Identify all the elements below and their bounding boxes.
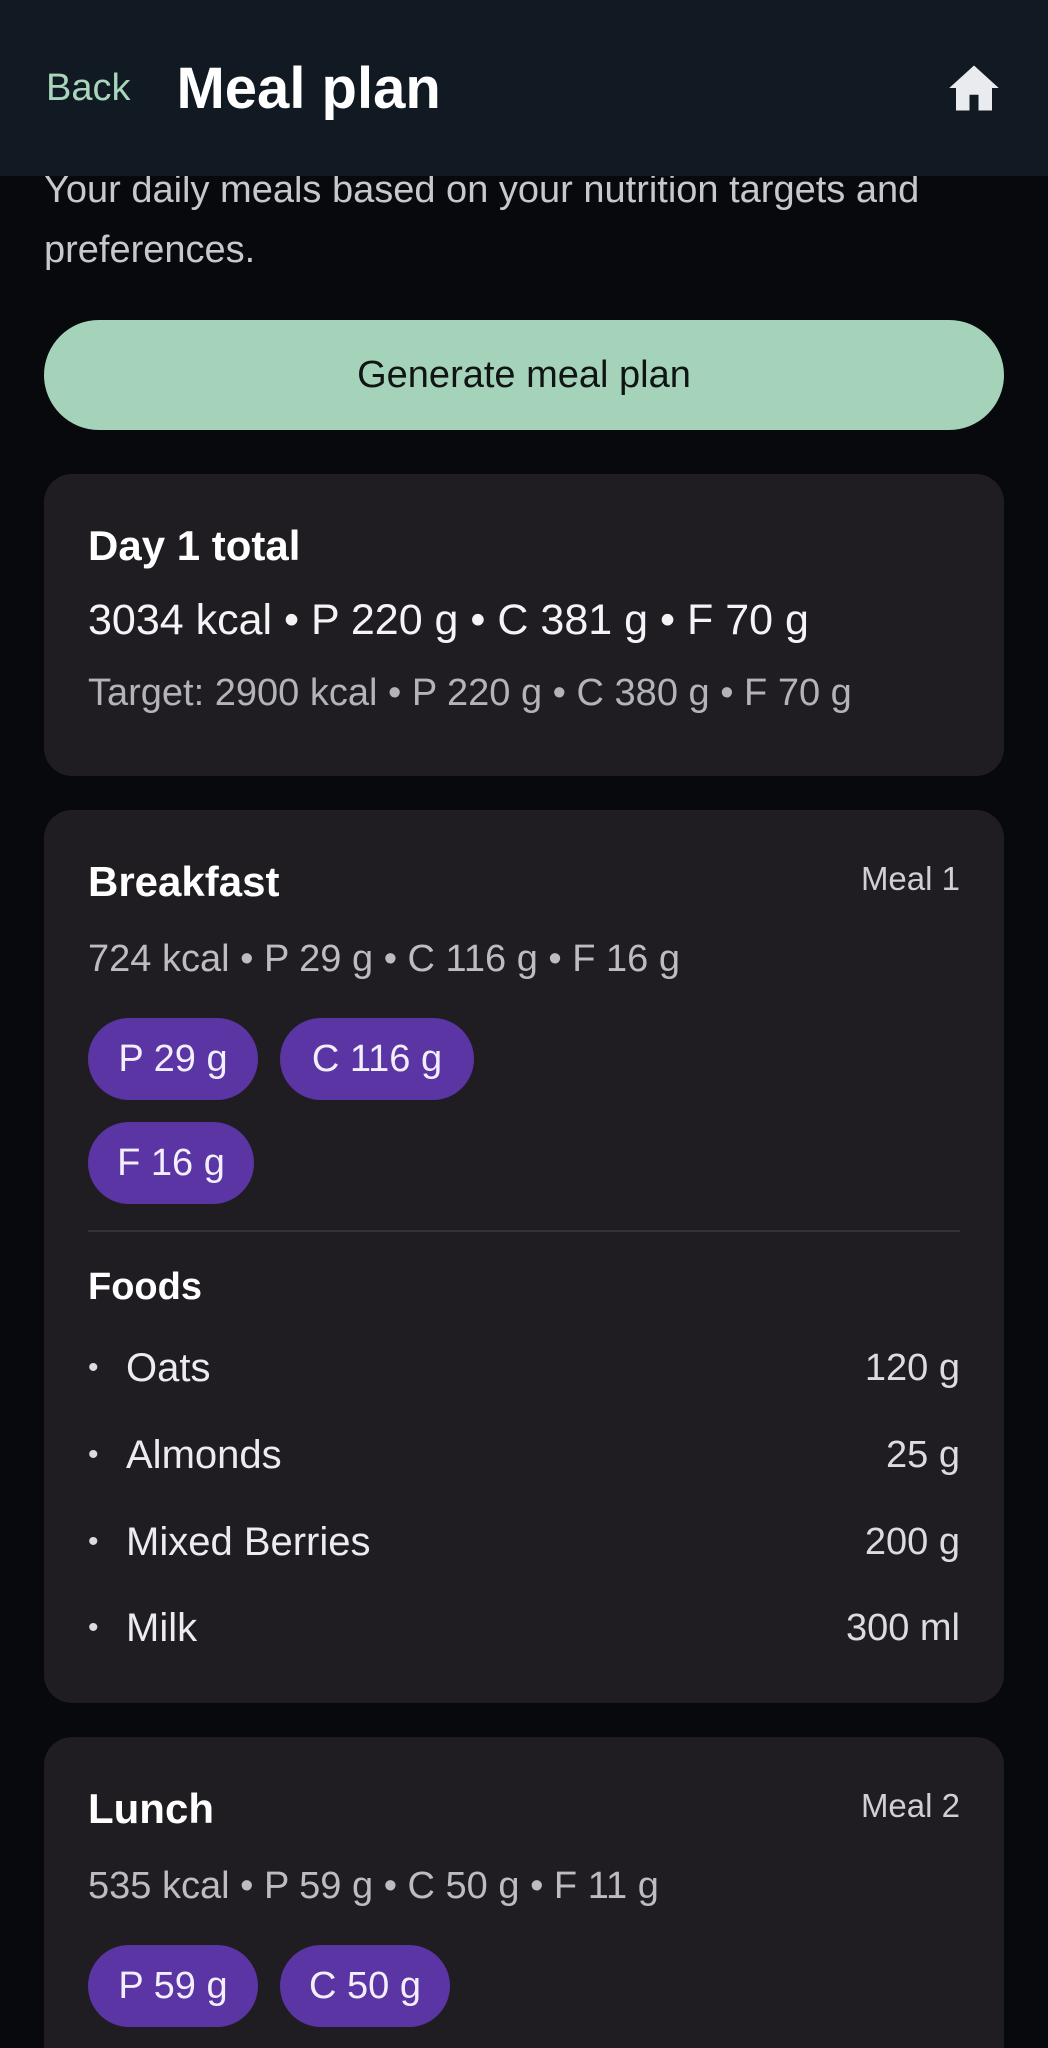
fat-chip: F 16 g: [88, 1122, 254, 1204]
food-item: • Almonds 25 g: [88, 1425, 960, 1485]
meal-summary: 535 kcal • P 59 g • C 50 g • F 11 g: [88, 1865, 659, 1907]
food-quantity: 200 g: [864, 1520, 960, 1563]
meal-title: Breakfast: [88, 858, 280, 905]
day-total-summary: 3034 kcal • P 220 g • C 381 g • F 70 g: [88, 596, 809, 644]
meal-number-tag: Meal 1: [860, 860, 960, 897]
meal-card-lunch: Lunch Meal 2 535 kcal • P 59 g • C 50 g …: [44, 1737, 1004, 2048]
divider: [88, 1230, 960, 1232]
food-item: • Mixed Berries 200 g: [88, 1512, 960, 1572]
intro-text: Your daily meals based on your nutrition…: [44, 169, 920, 271]
home-button[interactable]: [944, 58, 1004, 118]
food-item: • Oats 120 g: [88, 1338, 960, 1398]
food-quantity: 120 g: [864, 1346, 960, 1389]
day-total-card: Day 1 total 3034 kcal • P 220 g • C 381 …: [44, 474, 1004, 776]
bullet-icon: •: [88, 1611, 99, 1644]
foods-label: Foods: [88, 1266, 202, 1308]
bullet-icon: •: [88, 1525, 99, 1558]
food-name: Almonds: [126, 1432, 282, 1477]
food-item: • Milk 300 ml: [88, 1598, 960, 1658]
generate-meal-plan-button[interactable]: Generate meal plan: [44, 320, 1004, 430]
day-total-title: Day 1 total: [88, 522, 301, 569]
bullet-icon: •: [88, 1438, 99, 1471]
meal-card-breakfast: Breakfast Meal 1 724 kcal • P 29 g • C 1…: [44, 810, 1004, 1703]
food-name: Oats: [126, 1345, 211, 1390]
carbs-chip: C 50 g: [280, 1945, 450, 2027]
food-quantity: 300 ml: [845, 1606, 960, 1649]
page-title: Meal plan: [176, 55, 441, 121]
food-name: Milk: [126, 1605, 198, 1650]
meal-plan-screen: Your daily meals based on your nutrition…: [0, 0, 1048, 2048]
protein-chip: P 29 g: [88, 1018, 258, 1100]
app-header: Back Meal plan: [0, 0, 1048, 176]
protein-chip: P 59 g: [88, 1945, 258, 2027]
meal-number-tag: Meal 2: [860, 1787, 960, 1824]
meal-summary: 724 kcal • P 29 g • C 116 g • F 16 g: [88, 938, 680, 980]
food-name: Mixed Berries: [126, 1519, 371, 1564]
bullet-icon: •: [88, 1351, 99, 1384]
home-icon: [949, 65, 999, 111]
back-link[interactable]: Back: [46, 67, 130, 110]
food-quantity: 25 g: [886, 1433, 960, 1476]
carbs-chip: C 116 g: [280, 1018, 474, 1100]
meal-title: Lunch: [88, 1785, 214, 1832]
day-target-summary: Target: 2900 kcal • P 220 g • C 380 g • …: [88, 672, 852, 714]
